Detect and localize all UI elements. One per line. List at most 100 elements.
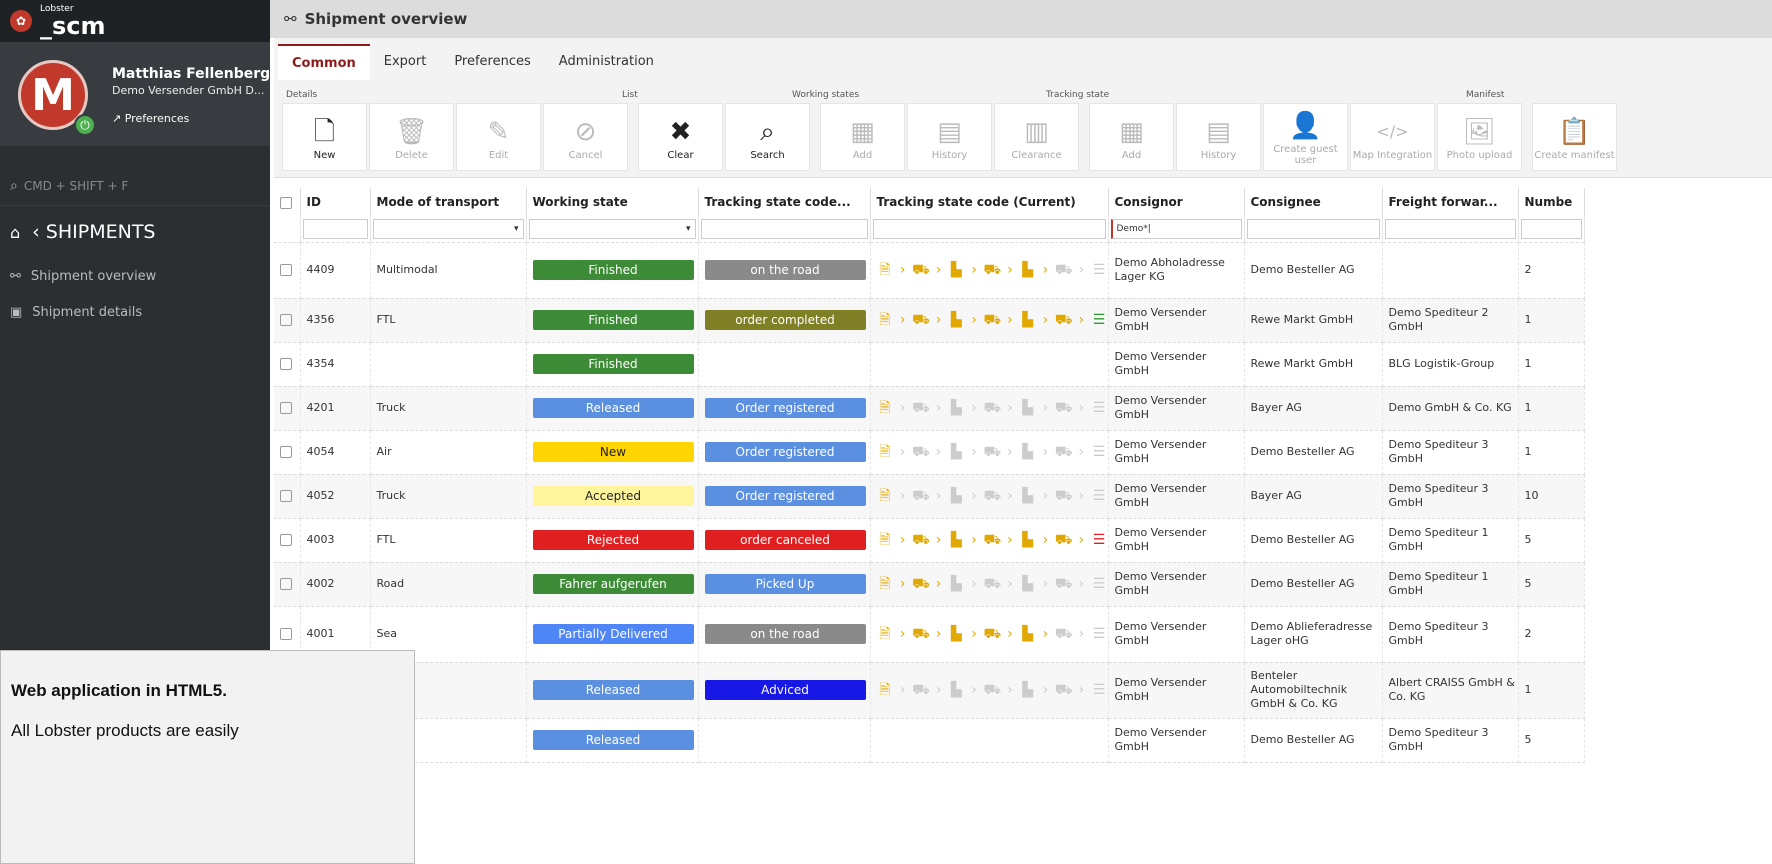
manifest-icon: 📋 [1558, 116, 1591, 147]
table-row[interactable]: 4356 FTL Finished order completed 🗎 › ⛟ › ▙ › ⛟ › ▙ ›… [274, 298, 1585, 343]
column-header-id[interactable]: ID [300, 188, 371, 216]
toolbar-button[interactable]: </> Map Integration [1350, 103, 1435, 171]
section-title: SHIPMENTS [45, 221, 156, 243]
column-header-number[interactable]: Numbe [1518, 188, 1585, 216]
filter-cell [698, 216, 871, 243]
overlay-title: Web application in HTML5. [11, 681, 227, 700]
toolbar-button[interactable]: ▦ Add [820, 103, 905, 171]
toolbar-button[interactable]: ✖ Clear [638, 103, 723, 171]
row-checkbox[interactable] [280, 628, 292, 640]
cell-working-state: Finished [526, 298, 699, 343]
table-row[interactable]: 4052 Truck Accepted Order registered 🗎 › ⛟ › ▙ › ⛟… [274, 474, 1585, 519]
toolbar-button[interactable]: 🗑 Delete [369, 103, 454, 171]
sidebar-item-shipment-details[interactable]: ▣ Shipment details [0, 294, 295, 330]
row-checkbox[interactable] [280, 578, 292, 590]
column-header-mode[interactable]: Mode of transport [370, 188, 527, 216]
table-row[interactable]: 4201 Truck Released Order registered 🗎 › ⛟ › ▙ › ⛟… [274, 386, 1585, 431]
table-row[interactable]: 4354 Finished Demo Versender GmbH Rewe Mark… [274, 342, 1585, 387]
row-checkbox[interactable] [280, 358, 292, 370]
tab-preferences[interactable]: Preferences [440, 44, 544, 80]
toolbar-button[interactable]: 🖼 Photo upload [1437, 103, 1522, 171]
toolbar-button[interactable]: ▤ History [907, 103, 992, 171]
filter-id-input[interactable] [302, 218, 368, 239]
completion-icon: ☰ [1092, 444, 1106, 460]
working-state-badge: New [532, 442, 694, 462]
cell-mode: FTL [370, 298, 527, 343]
truck-icon: ⛟ [1054, 576, 1073, 592]
row-select-cell[interactable] [274, 562, 301, 607]
warehouse-icon: ▙ [950, 532, 962, 548]
toolbar-button[interactable]: 📋 Create manifest [1532, 103, 1617, 171]
order-icon: 🗎 [879, 576, 891, 592]
row-select-cell[interactable] [274, 386, 301, 431]
column-header-freight-forwarder[interactable]: Freight forwar... [1382, 188, 1519, 216]
table-row[interactable]: 4054 Air New Order registered 🗎 › ⛟ › ▙ › ⛟ › ▙ › ⛟ › ☰ D… [274, 430, 1585, 475]
toolbar-button[interactable]: ⌕ Search [725, 103, 810, 171]
working-state-badge: Released [532, 680, 694, 700]
table-row[interactable]: 4002 Road Fahrer aufgerufen Picked Up 🗎 › ⛟ › ▙ ›… [274, 562, 1585, 607]
row-checkbox[interactable] [280, 534, 292, 546]
column-header-tracking-code[interactable]: Tracking state code... [698, 188, 871, 216]
filter-tracking-current-input[interactable] [872, 218, 1106, 239]
preferences-link[interactable]: ↗ Preferences [112, 112, 189, 125]
row-select-cell[interactable] [274, 298, 301, 343]
column-header-consignor[interactable]: Consignor [1108, 188, 1245, 216]
truck-icon: ⛟ [983, 312, 1002, 328]
filter-working-state-select[interactable]: ▾ [528, 218, 696, 239]
section-shipments[interactable]: ⌂ ‹ SHIPMENTS [0, 206, 295, 258]
select-all-checkbox[interactable] [280, 196, 292, 209]
cell-working-state: Finished [526, 342, 699, 387]
filter-consignor-input[interactable]: Demo*| [1110, 218, 1242, 239]
toolbar-button[interactable]: 👤 Create guest user [1263, 103, 1348, 171]
trash-icon: 🗑 [394, 116, 428, 147]
power-status-icon[interactable]: ⏻ [74, 114, 96, 136]
column-header-working-state[interactable]: Working state [526, 188, 699, 216]
chevron-right-icon: › [1042, 444, 1049, 460]
tracking-progress: 🗎 › ⛟ › ▙ › ⛟ › ▙ › ⛟ › ☰ [877, 626, 1108, 642]
row-checkbox[interactable] [280, 402, 292, 414]
table-row[interactable]: 4001 Sea Partially Delivered on the road 🗎 › ⛟… [274, 606, 1585, 663]
warehouse-icon: ▙ [1022, 532, 1034, 548]
table-row[interactable]: 4409 Multimodal Finished on the road 🗎 › ⛟ › ▙ › ⛟… [274, 242, 1585, 299]
sidebar-search[interactable]: ⌕ CMD + SHIFT + F [0, 166, 295, 206]
column-header-consignee[interactable]: Consignee [1244, 188, 1383, 216]
select-all-header[interactable] [274, 188, 301, 216]
filter-freight-forwarder-input[interactable] [1384, 218, 1516, 239]
cell-freight-forwarder: Albert CRAISS GmbH & Co. KG [1382, 662, 1519, 719]
tab-administration[interactable]: Administration [545, 44, 668, 80]
row-select-cell[interactable] [274, 430, 301, 475]
sidebar-item-label: Shipment overview [30, 268, 157, 284]
tracking-state-badge: order completed [704, 310, 866, 330]
truck-icon: ⛟ [983, 444, 1002, 460]
toolbar-button[interactable]: ▦ Add [1089, 103, 1174, 171]
toolbar-button[interactable]: ▥ Clearance [994, 103, 1079, 171]
row-select-cell[interactable] [274, 474, 301, 519]
table-row[interactable]: Released Demo Versender GmbH Demo Bestelle… [274, 718, 1585, 763]
chevron-right-icon: › [899, 312, 906, 328]
column-header-tracking-current[interactable]: Tracking state code (Current) [870, 188, 1109, 216]
row-select-cell[interactable] [274, 518, 301, 563]
row-checkbox[interactable] [280, 490, 292, 502]
row-checkbox[interactable] [280, 264, 292, 276]
filter-mode-select[interactable]: ▾ [372, 218, 524, 239]
toolbar-button[interactable]: ⊘ Cancel [543, 103, 628, 171]
filter-consignee-input[interactable] [1246, 218, 1380, 239]
row-select-cell[interactable] [274, 342, 301, 387]
toolbar-button[interactable]: 🗋 New [282, 103, 367, 171]
tracking-progress: 🗎 › ⛟ › ▙ › ⛟ › ▙ › ⛟ › ☰ [877, 576, 1108, 592]
toolbar-button[interactable]: ▤ History [1176, 103, 1261, 171]
filter-number-input[interactable] [1520, 218, 1582, 239]
toolbar-button[interactable]: ✎ Edit [456, 103, 541, 171]
table-row[interactable]: 4003 FTL Rejected order canceled 🗎 › ⛟ › ▙ › ⛟ › ▙ › ⛟… [274, 518, 1585, 563]
truck-icon: ⛟ [983, 488, 1002, 504]
tab-common[interactable]: Common [278, 44, 370, 80]
table-row[interactable]: Released Adviced 🗎 › ⛟ › ▙ › ⛟ › ▙ › ⛟ › ☰ Demo Versend… [274, 662, 1585, 719]
row-select-cell[interactable] [274, 242, 301, 299]
filter-tracking-code-input[interactable] [700, 218, 868, 239]
home-icon[interactable]: ⌂ [10, 223, 20, 242]
sidebar-item-shipment-overview[interactable]: ⚯ Shipment overview [0, 258, 295, 294]
row-checkbox[interactable] [280, 446, 292, 458]
row-checkbox[interactable] [280, 314, 292, 326]
filter-cell: ▾ [526, 216, 699, 243]
tab-export[interactable]: Export [370, 44, 441, 80]
